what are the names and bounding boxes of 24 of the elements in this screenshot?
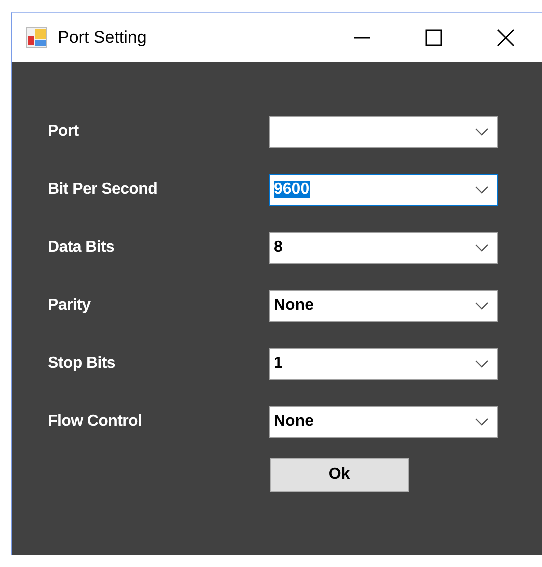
chevron-down-icon: [475, 360, 489, 368]
window-title: Port Setting: [58, 28, 148, 48]
field-label: Parity: [48, 297, 92, 315]
dropdown-field[interactable]: 9600: [269, 174, 498, 206]
field-label: Data Bits: [48, 239, 116, 257]
app-icon: [26, 26, 48, 48]
dropdown-field[interactable]: 8: [269, 232, 498, 264]
field-label: Stop Bits: [48, 355, 117, 373]
chevron-down-icon: [475, 244, 489, 252]
chevron-down-icon: [475, 302, 489, 310]
field-label: Flow Control: [48, 413, 144, 431]
field-label: Bit Per Second: [48, 181, 159, 199]
dropdown-field[interactable]: None: [269, 406, 498, 438]
maximize-icon: [425, 28, 443, 46]
dropdown-field[interactable]: [269, 116, 498, 148]
field-label: Port: [48, 123, 80, 141]
chevron-down-icon: [475, 128, 489, 136]
dropdown-field[interactable]: None: [269, 290, 498, 322]
ok-button[interactable]: Ok: [270, 458, 409, 492]
dropdown-field[interactable]: 1: [269, 348, 498, 380]
close-icon: [497, 28, 515, 46]
minimize-icon: [353, 36, 371, 38]
chevron-down-icon: [475, 186, 489, 194]
chevron-down-icon: [475, 418, 489, 426]
